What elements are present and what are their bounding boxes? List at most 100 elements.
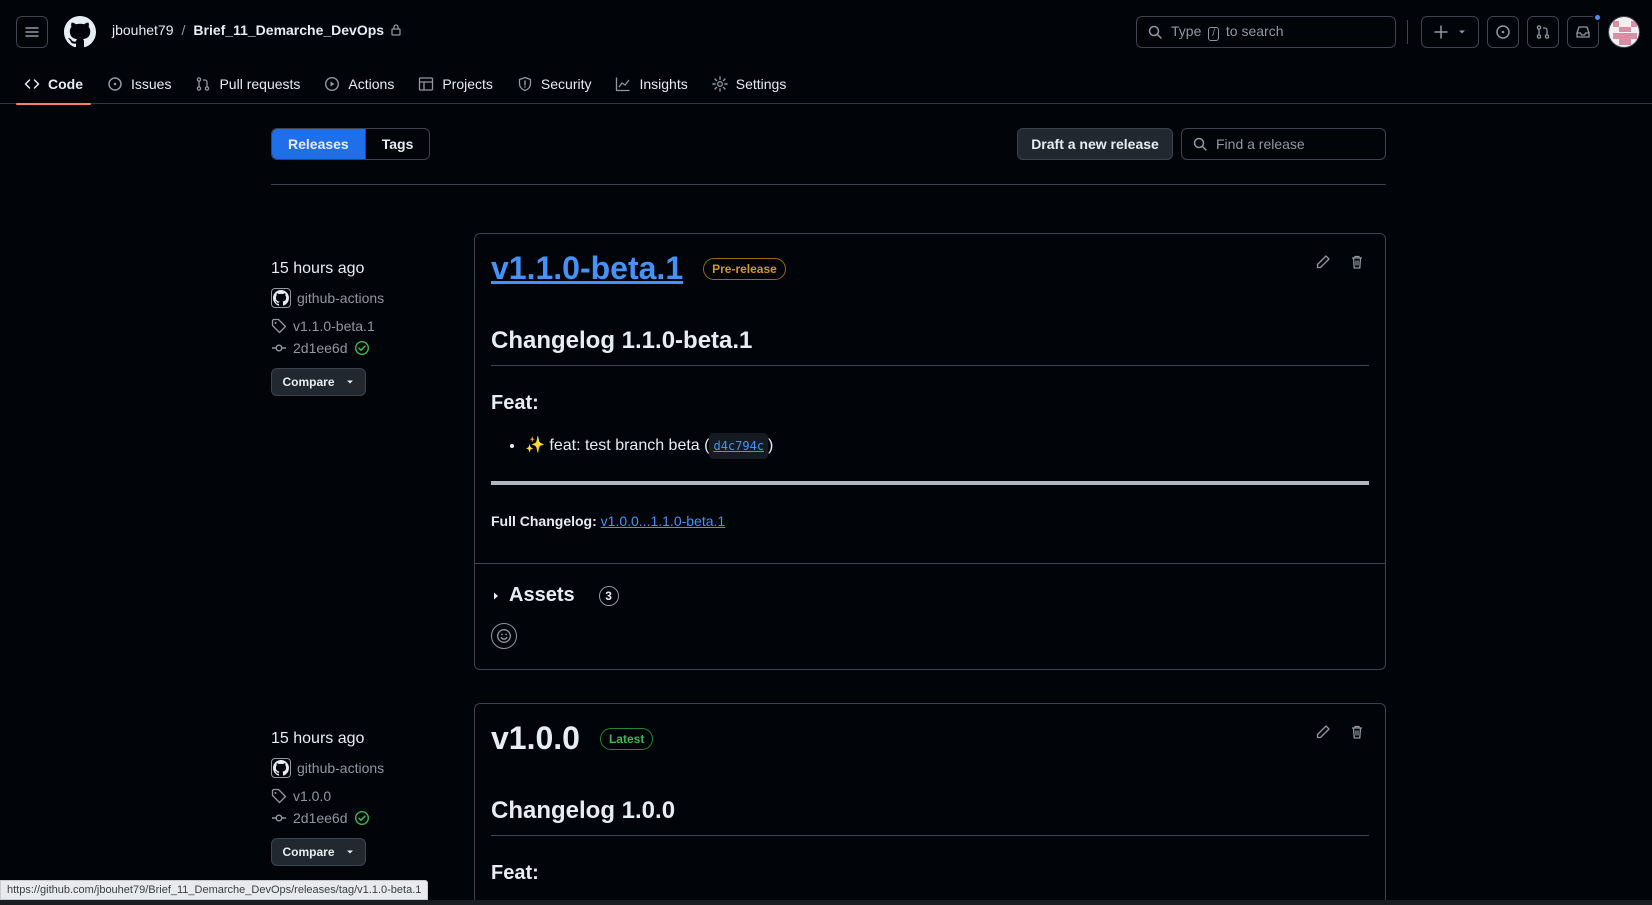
inbox-button[interactable]	[1567, 13, 1602, 48]
assets-section: Assets 3	[475, 563, 1385, 665]
pull-requests-button[interactable]	[1527, 16, 1559, 48]
github-logo-icon	[273, 290, 289, 306]
tab-pull-requests[interactable]: Pull requests	[187, 64, 308, 104]
full-changelog-link[interactable]: v1.0.0...1.1.0-beta.1	[601, 513, 726, 529]
release-tag[interactable]: v1.0.0	[271, 788, 451, 804]
tag-icon	[271, 318, 287, 334]
compare-label: Compare	[282, 375, 335, 389]
release-header: v1.1.0-beta.1 Pre-release	[491, 250, 1369, 287]
tags-tab-button[interactable]: Tags	[364, 129, 430, 159]
issues-button[interactable]	[1487, 16, 1519, 48]
tab-issues-label: Issues	[131, 76, 172, 92]
pencil-icon[interactable]	[1315, 254, 1331, 270]
tab-projects[interactable]: Projects	[410, 64, 501, 104]
search-shortcut-key: /	[1208, 27, 1220, 41]
release-card: v1.0.0 Latest Changelog 1.0.0 Feat:	[474, 703, 1386, 905]
hamburger-icon	[25, 27, 39, 37]
add-reaction-button[interactable]	[491, 623, 517, 649]
release-meta: 15 hours ago github-actions v1.0.0 2d1ee…	[271, 730, 451, 866]
changelog-item-text: feat: test branch beta (	[549, 437, 710, 454]
release-tag-name: v1.1.0-beta.1	[293, 318, 375, 334]
search-icon	[1148, 25, 1162, 39]
tab-security[interactable]: Security	[509, 64, 600, 104]
tab-issues[interactable]: Issues	[99, 64, 179, 104]
git-commit-icon	[272, 344, 286, 352]
compare-button[interactable]: Compare	[271, 838, 366, 866]
lock-icon	[391, 24, 401, 36]
smiley-icon	[497, 629, 511, 643]
sparkles-icon: ✨	[525, 437, 545, 454]
release-tag[interactable]: v1.1.0-beta.1	[271, 318, 451, 334]
tab-security-label: Security	[540, 76, 592, 92]
github-actions-avatar	[271, 288, 291, 308]
header-divider	[1407, 20, 1408, 44]
pencil-icon[interactable]	[1315, 724, 1331, 740]
issue-opened-icon	[108, 77, 122, 91]
tab-code-label: Code	[48, 76, 83, 92]
release-title-link[interactable]: v1.1.0-beta.1	[491, 250, 683, 287]
tab-settings[interactable]: Settings	[704, 64, 795, 104]
release-commit[interactable]: 2d1ee6d	[271, 810, 451, 826]
check-circle-icon	[354, 810, 369, 826]
release-title-link[interactable]: v1.0.0	[491, 720, 580, 757]
draft-new-release-button[interactable]: Draft a new release	[1017, 128, 1173, 160]
header-top: jbouhet79 / Brief_11_Demarche_DevOps Typ…	[0, 0, 1652, 64]
github-logo-icon[interactable]	[64, 16, 96, 48]
app-header: jbouhet79 / Brief_11_Demarche_DevOps Typ…	[0, 0, 1652, 105]
trash-icon[interactable]	[1349, 724, 1365, 740]
notification-dot	[1593, 13, 1602, 22]
release-author-name: github-actions	[297, 290, 385, 306]
avatar[interactable]	[1608, 16, 1640, 48]
tag-icon	[271, 788, 287, 804]
assets-toggle[interactable]: Assets 3	[491, 584, 1369, 607]
release-body: v1.1.0-beta.1 Pre-release Changelog 1.1.…	[475, 234, 1385, 563]
triangle-down-icon	[346, 850, 353, 854]
tab-pull-requests-label: Pull requests	[219, 76, 301, 92]
release-commit-sha: 2d1ee6d	[293, 340, 348, 356]
tab-insights[interactable]: Insights	[607, 64, 695, 104]
play-icon	[325, 76, 340, 92]
release-author[interactable]: github-actions	[271, 758, 451, 778]
repo-name-link[interactable]: Brief_11_Demarche_DevOps	[193, 22, 384, 38]
changelog-heading: Changelog 1.0.0	[491, 797, 1369, 836]
breadcrumb: jbouhet79 / Brief_11_Demarche_DevOps	[112, 22, 402, 38]
latest-badge: Latest	[599, 727, 654, 750]
changelog-item-close: )	[768, 437, 774, 454]
full-changelog: Full Changelog: v1.0.0...1.1.0-beta.1	[491, 513, 1369, 563]
tab-actions-label: Actions	[348, 76, 395, 92]
github-logo-icon	[273, 760, 289, 776]
full-changelog-label: Full Changelog:	[491, 513, 597, 529]
list-item: ✨ feat: test branch beta (d4c794c)	[525, 433, 1369, 459]
trash-icon[interactable]	[1349, 254, 1365, 270]
commit-sha-link[interactable]: d4c794c	[709, 433, 769, 459]
release-commit[interactable]: 2d1ee6d	[271, 340, 451, 356]
find-release-input[interactable]: Find a release	[1181, 128, 1386, 160]
release-actions	[1315, 724, 1365, 740]
compare-label: Compare	[282, 845, 335, 859]
assets-count-badge: 3	[598, 585, 619, 606]
release-time: 15 hours ago	[271, 730, 365, 747]
section-heading: Feat:	[491, 392, 539, 414]
divider	[271, 184, 1386, 185]
tab-actions[interactable]: Actions	[316, 64, 402, 104]
repo-nav: Code Issues Pull requests Actions Projec…	[16, 64, 802, 105]
global-search-input[interactable]: Type / to search	[1136, 16, 1396, 48]
check-circle-icon	[354, 340, 369, 356]
tab-code[interactable]: Code	[16, 64, 91, 105]
releases-tags-toggle: Releases Tags	[271, 128, 431, 160]
triangle-down-icon	[346, 380, 353, 384]
prerelease-badge: Pre-release	[703, 257, 786, 280]
release-meta: 15 hours ago github-actions v1.1.0-beta.…	[271, 260, 451, 396]
release-actions	[1315, 254, 1365, 270]
triangle-right-icon	[494, 592, 498, 599]
release-author[interactable]: github-actions	[271, 288, 451, 308]
compare-button[interactable]: Compare	[271, 368, 366, 396]
inbox-icon	[1576, 26, 1590, 38]
hamburger-menu-button[interactable]	[16, 16, 48, 48]
create-new-button[interactable]	[1421, 16, 1479, 48]
repo-owner-link[interactable]: jbouhet79	[112, 22, 174, 38]
assets-label: Assets	[509, 584, 575, 606]
releases-tab-button[interactable]: Releases	[272, 129, 365, 159]
release-commit-sha: 2d1ee6d	[293, 810, 348, 826]
horizontal-rule	[491, 481, 1369, 485]
